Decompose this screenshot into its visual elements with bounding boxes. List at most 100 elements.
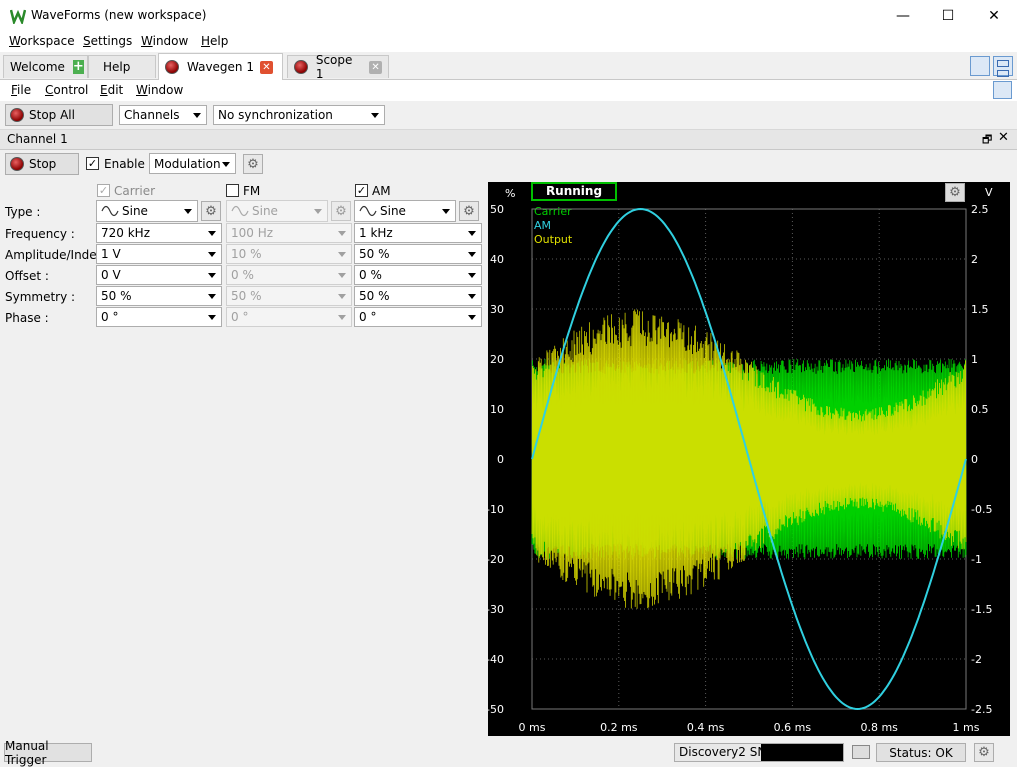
tab-strip: Welcome + Help Wavegen 1 ✕ Scope 1 ✕: [0, 52, 1017, 81]
enable-label: Enable: [104, 157, 145, 171]
stop-icon: [10, 157, 24, 171]
restore-panel-icon[interactable]: 🗗: [982, 131, 992, 150]
close-icon: ✕: [988, 7, 1000, 24]
y-tick-label-left: -50: [488, 703, 504, 716]
am-phase-field[interactable]: 0 °: [354, 307, 482, 327]
tab-wavegen-1[interactable]: Wavegen 1 ✕: [158, 53, 283, 80]
y-tick-label-left: 10: [490, 403, 504, 416]
stop-all-button[interactable]: Stop All: [5, 104, 113, 126]
y-tick-label-left: 40: [490, 253, 504, 266]
close-tab-icon[interactable]: ✕: [260, 60, 273, 74]
menu-window-wavegen[interactable]: Window: [136, 83, 183, 97]
sine-wave-icon: [101, 205, 119, 217]
y-tick-label-right: 0.5: [971, 403, 989, 416]
dock-icon[interactable]: [993, 81, 1012, 99]
fm-checkbox[interactable]: [226, 184, 239, 197]
y-tick-label-right: 0: [971, 453, 978, 466]
waveform-plot[interactable]: % V Running ⚙ Carrier AM Output 0 ms 0.2 …: [488, 182, 1010, 736]
device-label[interactable]: Discovery2 SN:: [674, 743, 844, 762]
y-tick-label-left: 30: [490, 303, 504, 316]
device-icon[interactable]: [852, 745, 870, 759]
stop-button[interactable]: Stop: [5, 153, 79, 175]
x-tick-label: 0.2 ms: [600, 721, 638, 734]
mode-dropdown[interactable]: Modulation: [149, 153, 236, 174]
sine-wave-icon: [359, 205, 377, 217]
menu-window[interactable]: Window: [141, 34, 188, 48]
x-tick-label: 0.4 ms: [687, 721, 725, 734]
chevron-down-icon: [371, 113, 379, 118]
am-frequency-field[interactable]: 1 kHz: [354, 223, 482, 243]
am-offset-field[interactable]: 0 %: [354, 265, 482, 285]
close-panel-icon[interactable]: ✕: [998, 130, 1009, 145]
carrier-gear-icon[interactable]: ⚙: [201, 201, 221, 221]
carrier-frequency-field[interactable]: 720 kHz: [96, 223, 222, 243]
carrier-type-dropdown[interactable]: Sine: [96, 200, 198, 222]
maximize-icon: ☐: [941, 7, 955, 24]
am-type-dropdown[interactable]: Sine: [354, 200, 456, 222]
chevron-down-icon: [193, 113, 201, 118]
menu-file[interactable]: File: [11, 83, 31, 97]
carrier-phase-field[interactable]: 0 °: [96, 307, 222, 327]
fm-offset-field: 0 %: [226, 265, 352, 285]
x-tick-label: 0.8 ms: [860, 721, 898, 734]
y-tick-label-right: -2.5: [971, 703, 992, 716]
y-tick-label-right: 1.5: [971, 303, 989, 316]
x-tick-label: 0.6 ms: [774, 721, 812, 734]
am-checkbox[interactable]: ✓: [355, 184, 368, 197]
menu-help[interactable]: Help: [201, 34, 228, 48]
menu-settings[interactable]: Settings: [83, 34, 132, 48]
fm-symmetry-field: 50 %: [226, 286, 352, 306]
fm-amplitude-field: 10 %: [226, 244, 352, 264]
phase-label: Phase :: [5, 311, 49, 325]
tab-welcome[interactable]: Welcome +: [3, 55, 88, 78]
am-symmetry-field[interactable]: 50 %: [354, 286, 482, 306]
fm-phase-field: 0 °: [226, 307, 352, 327]
serial-redacted: [761, 744, 843, 761]
status-gear-icon[interactable]: ⚙: [974, 743, 994, 762]
tab-scope-1[interactable]: Scope 1 ✕: [287, 53, 389, 81]
close-button[interactable]: ✕: [971, 0, 1017, 31]
carrier-symmetry-field[interactable]: 50 %: [96, 286, 222, 306]
close-tab-icon[interactable]: ✕: [369, 60, 382, 74]
menu-workspace[interactable]: Workspace: [9, 34, 75, 48]
carrier-checkbox: ✓: [97, 184, 110, 197]
sine-wave-icon: [231, 205, 249, 217]
scope-icon: [294, 60, 308, 74]
am-header: AM: [372, 184, 391, 198]
wavegen-menu-bar: File Control Edit Window: [0, 80, 1017, 101]
menu-control[interactable]: Control: [45, 83, 88, 97]
x-tick-label: 1 ms: [953, 721, 980, 734]
carrier-amplitude-field[interactable]: 1 V: [96, 244, 222, 264]
carrier-offset-field[interactable]: 0 V: [96, 265, 222, 285]
am-amplitude-field[interactable]: 50 %: [354, 244, 482, 264]
add-icon[interactable]: +: [72, 60, 84, 74]
stop-icon: [10, 108, 24, 122]
status-bar: Manual Trigger Discovery2 SN: Status: OK…: [0, 739, 1017, 767]
wavegen-icon: [165, 60, 179, 74]
enable-checkbox[interactable]: ✓: [86, 157, 99, 170]
menu-edit[interactable]: Edit: [100, 83, 123, 97]
status-indicator[interactable]: Status: OK: [876, 743, 966, 762]
y-tick-label-right: -0.5: [971, 503, 992, 516]
sync-dropdown[interactable]: No synchronization: [213, 105, 385, 125]
window-title: WaveForms (new workspace): [31, 8, 207, 22]
carrier-header: Carrier: [114, 184, 156, 198]
channels-dropdown[interactable]: Channels: [119, 105, 207, 125]
y-tick-label-left: 0: [497, 453, 504, 466]
minimize-button[interactable]: —: [880, 0, 926, 31]
maximize-button[interactable]: ☐: [925, 0, 971, 31]
tile-windows-icon[interactable]: [993, 56, 1013, 77]
y-tick-label-left: 50: [490, 203, 504, 216]
y-tick-label-right: 2.5: [971, 203, 989, 216]
cascade-windows-icon[interactable]: [970, 56, 990, 76]
am-gear-icon[interactable]: ⚙: [459, 201, 479, 221]
y-tick-label-right: 2: [971, 253, 978, 266]
y-tick-label-left: -10: [488, 503, 504, 516]
tab-label: Scope 1: [315, 53, 353, 81]
waveforms-logo-icon: [10, 9, 26, 24]
tab-help[interactable]: Help: [88, 55, 156, 78]
plot-canvas: 0 ms 0.2 ms 0.4 ms 0.6 ms 0.8 ms 1 ms 50 2.5 40 2…: [488, 203, 992, 734]
manual-trigger-button[interactable]: Manual Trigger: [4, 739, 92, 767]
menu-bar: Workspace Settings Window Help: [0, 31, 1017, 52]
gear-icon[interactable]: ⚙: [243, 154, 263, 174]
